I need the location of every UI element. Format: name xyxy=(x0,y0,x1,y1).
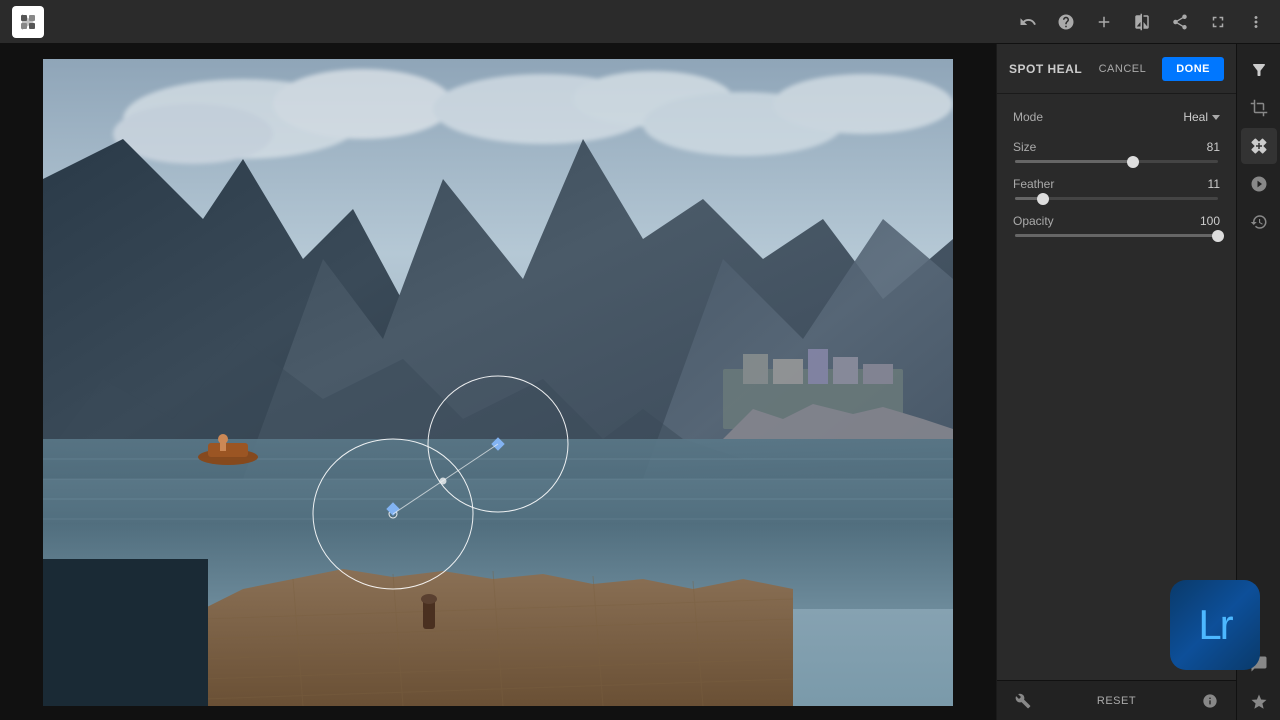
size-thumb[interactable] xyxy=(1127,156,1139,168)
opacity-track[interactable] xyxy=(1015,234,1218,237)
size-fill xyxy=(1015,160,1133,163)
opacity-thumb[interactable] xyxy=(1212,230,1224,242)
lr-badge: Lr xyxy=(1170,580,1260,670)
feather-track[interactable] xyxy=(1015,197,1218,200)
done-button[interactable]: DONE xyxy=(1162,57,1224,81)
history-icon[interactable] xyxy=(1241,204,1277,240)
feather-slider-header: Feather 11 xyxy=(1013,177,1220,191)
undo-icon[interactable] xyxy=(1016,10,1040,34)
share-icon[interactable] xyxy=(1168,10,1192,34)
size-value: 81 xyxy=(1207,140,1220,154)
top-bar-icons xyxy=(1016,10,1268,34)
filter-icon[interactable] xyxy=(1241,52,1277,88)
opacity-slider-row: Opacity 100 xyxy=(1013,214,1220,237)
main-content: SPOT HEAL CANCEL DONE Mode Heal Siz xyxy=(0,44,1280,720)
feather-label: Feather xyxy=(1013,177,1208,191)
photo-container xyxy=(43,59,953,706)
feather-slider-row: Feather 11 xyxy=(1013,177,1220,200)
mode-row: Mode Heal xyxy=(1013,110,1220,124)
more-icon[interactable] xyxy=(1244,10,1268,34)
image-area[interactable] xyxy=(0,44,996,720)
bottom-left-icons xyxy=(1009,687,1037,715)
lr-badge-text: Lr xyxy=(1198,601,1231,649)
spot-heal-title: SPOT HEAL xyxy=(1009,62,1083,76)
chevron-down-icon xyxy=(1212,115,1220,120)
heal-icon[interactable] xyxy=(1241,128,1277,164)
star-icon[interactable] xyxy=(1241,684,1277,720)
masking-icon[interactable] xyxy=(1241,166,1277,202)
bottom-right-area xyxy=(1196,687,1224,715)
size-slider-row: Size 81 xyxy=(1013,140,1220,163)
right-panel-bottom: RESET xyxy=(997,680,1236,720)
opacity-value: 100 xyxy=(1200,214,1220,228)
tool-icon[interactable] xyxy=(1009,687,1037,715)
photo xyxy=(43,59,953,706)
feather-value: 11 xyxy=(1208,177,1220,191)
compare-icon[interactable] xyxy=(1130,10,1154,34)
crop-icon[interactable] xyxy=(1241,90,1277,126)
reset-button[interactable]: RESET xyxy=(1097,695,1136,707)
cancel-button[interactable]: CANCEL xyxy=(1091,59,1155,79)
app-logo xyxy=(12,6,44,38)
size-slider-header: Size 81 xyxy=(1013,140,1220,154)
mode-selector[interactable]: Heal xyxy=(1183,110,1220,124)
mode-label: Mode xyxy=(1013,110,1183,124)
spot-heal-header: SPOT HEAL CANCEL DONE xyxy=(997,44,1236,94)
top-bar xyxy=(0,0,1280,44)
info-icon[interactable] xyxy=(1196,687,1224,715)
opacity-slider-header: Opacity 100 xyxy=(1013,214,1220,228)
mode-value-text: Heal xyxy=(1183,110,1208,124)
expand-icon[interactable] xyxy=(1206,10,1230,34)
opacity-label: Opacity xyxy=(1013,214,1200,228)
size-label: Size xyxy=(1013,140,1207,154)
size-track[interactable] xyxy=(1015,160,1218,163)
help-icon[interactable] xyxy=(1054,10,1078,34)
opacity-fill xyxy=(1015,234,1218,237)
feather-thumb[interactable] xyxy=(1037,193,1049,205)
add-icon[interactable] xyxy=(1092,10,1116,34)
